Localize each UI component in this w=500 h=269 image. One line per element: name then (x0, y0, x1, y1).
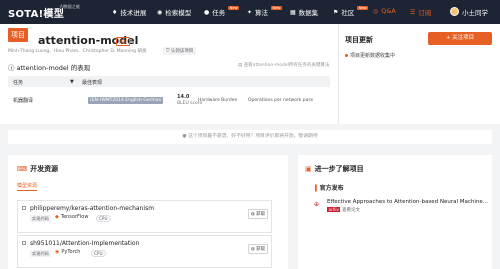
logo[interactable]: SOTA!模型 (8, 5, 64, 20)
official-release-title: ▍官方发布 (315, 185, 344, 192)
new-badge: New (228, 6, 239, 10)
claim-project-button[interactable]: ⛉ 认领该项目 (163, 47, 197, 55)
repo-type-tag: 实现代码 (30, 250, 51, 257)
algo-icon: ✦ (247, 8, 253, 16)
framework-label: ◉ PyTorch (55, 249, 81, 255)
view-all-tasks-link[interactable]: ▤ 查看attention-model所有任务的关键算法 (238, 62, 329, 68)
paper-link[interactable]: Effective Approaches to Attention-based … (327, 199, 488, 205)
pytorch-icon: ◉ (55, 249, 60, 255)
view-paper-link[interactable]: 查看论文 (342, 207, 360, 213)
subscribe-icon: ☰ (410, 8, 416, 16)
task-icon: ● (204, 8, 210, 16)
col-task: 任务 (13, 80, 24, 86)
update-title: 项目更新 (345, 36, 373, 44)
book-icon: ▣ (305, 165, 312, 173)
operations-per-pass: Operations per network pass (248, 98, 314, 103)
col-best: 最佳表现 (82, 80, 103, 86)
tab-model-resources[interactable]: 模型资源 (17, 182, 38, 191)
device-tag: CPU (96, 215, 111, 222)
device-tag: CPU (91, 250, 106, 257)
code-icon: ⌨ (17, 165, 28, 173)
repo-icon (22, 206, 26, 210)
repo-type-tag: 实现代码 (30, 215, 51, 222)
top-nav: SOTA!模型 AI数据之能 ♦ 技术进展 ◉ 检索模型 ● 任务 New ✦ … (0, 0, 500, 24)
repo-name[interactable]: philipperemy/keras-attention-mechanism (30, 205, 154, 212)
nav-tech-progress[interactable]: ♦ 技术进展 (112, 7, 146, 18)
repo-card[interactable]: sh951011/Attention-Implementation 实现代码 ◉… (17, 235, 272, 268)
repo-card[interactable]: philipperemy/keras-attention-mechanism 实… (17, 200, 272, 233)
qa-icon: ◎ (373, 7, 379, 15)
nav-community[interactable]: ⚑ 社区 New (333, 6, 369, 17)
nav-datasets[interactable]: ▦ 数据集 (290, 7, 318, 18)
get-code-button[interactable]: ◍ 获取 (248, 244, 268, 254)
arxiv-badge: arXiv (327, 207, 341, 212)
evaluation-notice: ● 这个项目最不靠谱、好不好用？项目评价即将开放，敬请期待 (8, 130, 492, 144)
nav-tasks[interactable]: ● 任务 New (204, 6, 239, 17)
trend-icon: ♦ (112, 8, 118, 16)
dot-icon (345, 54, 348, 57)
authors: Minh-Thang Luong、Hieu Pham、Christopher D… (8, 49, 147, 54)
nav-algorithms[interactable]: ✦ 算法 New (247, 6, 282, 17)
nav-subscribe[interactable]: ☰ 订阅 (410, 7, 431, 18)
repo-name[interactable]: sh951011/Attention-Implementation (30, 240, 139, 247)
new-badge: New (271, 6, 282, 10)
community-icon: ⚑ (333, 8, 339, 16)
tensorflow-icon: ◆ (55, 214, 59, 220)
update-status: 项目更新数据收集中 (345, 52, 395, 59)
nav-search-models[interactable]: ◉ 检索模型 (157, 7, 191, 18)
project-badge: 项目 (8, 28, 28, 42)
learn-more-title: ▣ 进一步了解项目 (305, 165, 364, 173)
user-name[interactable]: 小土同学 (462, 7, 488, 17)
paper-icon: ⊕ (314, 201, 320, 208)
hardware-burden: Hardware Burden (198, 98, 238, 103)
type-tag: 模型 (116, 37, 130, 46)
nav-qa[interactable]: ◎ Q&A (373, 7, 396, 15)
info-icon: ⓘ (8, 64, 15, 72)
framework-label: ◆ TensorFlow (55, 214, 89, 220)
table-header (8, 76, 330, 87)
performance-title: ⓘ attention-model 的表现 (8, 64, 91, 72)
follow-project-button[interactable]: + 关注项目 (428, 32, 492, 45)
resources-title: ⌨ 开发资源 (17, 165, 59, 173)
dataset-tag[interactable]: (EN-)WMT2014 English-German (88, 97, 164, 104)
logo-subtitle: AI数据之能 (60, 4, 80, 9)
avatar[interactable] (450, 7, 459, 16)
repo-icon (22, 241, 26, 245)
row-task[interactable]: 机器翻译 (13, 97, 33, 104)
dataset-icon: ▦ (290, 8, 296, 16)
search-icon: ◉ (157, 8, 163, 16)
new-badge: New (357, 6, 369, 10)
filter-icon[interactable]: ▼ (70, 79, 74, 85)
metric-value: 14.0 (177, 94, 190, 100)
get-code-button[interactable]: ◍ 获取 (248, 209, 268, 219)
